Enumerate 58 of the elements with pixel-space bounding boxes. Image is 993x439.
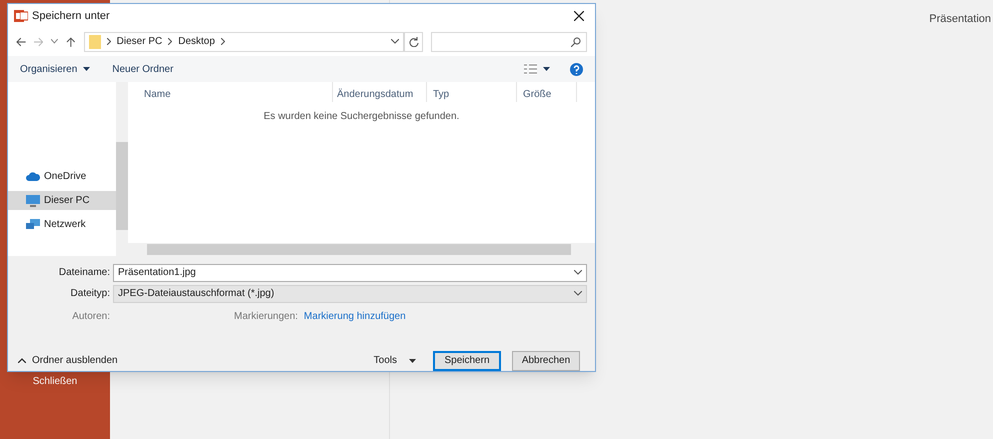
address-bar[interactable]: Dieser PC Desktop xyxy=(84,32,404,52)
close-icon xyxy=(574,11,584,22)
search-field[interactable] xyxy=(431,32,588,52)
caret-icon xyxy=(409,358,416,363)
nav-item[interactable]: Netzwerk xyxy=(8,215,116,234)
chevron-down-icon[interactable] xyxy=(391,39,400,44)
scrollbar-thumb[interactable] xyxy=(147,244,571,255)
field-value: Präsentation1.jpg xyxy=(118,266,196,280)
up-arrow-icon[interactable] xyxy=(66,36,76,47)
new-folder-button[interactable]: Neuer Ordner xyxy=(112,62,174,77)
help-icon[interactable] xyxy=(570,62,583,76)
view-options-icon[interactable] xyxy=(524,64,537,74)
breadcrumb-item[interactable]: Dieser PC xyxy=(116,34,162,50)
refresh-button[interactable] xyxy=(404,32,424,52)
refresh-icon xyxy=(408,36,419,47)
add-tag-link[interactable]: Markierung hinzufügen xyxy=(304,308,406,324)
tags-label: Markierungen: xyxy=(234,310,298,324)
chevron-down-icon[interactable] xyxy=(51,39,58,44)
breadcrumb-item[interactable]: Desktop xyxy=(178,34,215,50)
caret-icon xyxy=(83,67,90,72)
folder-icon xyxy=(88,34,101,49)
document-title: Präsentation xyxy=(929,12,991,27)
column-header[interactable]: Typ xyxy=(427,82,517,102)
column-header[interactable]: Name xyxy=(128,82,333,102)
horizontal-scrollbar[interactable] xyxy=(128,242,595,256)
search-icon xyxy=(571,36,582,47)
cloud-icon xyxy=(26,172,40,182)
chevron-right-icon xyxy=(106,38,111,46)
organize-menu[interactable]: Organisieren xyxy=(20,62,78,77)
nav-scrollbar[interactable] xyxy=(116,82,128,256)
nav-item[interactable]: Dieser PC xyxy=(8,191,116,210)
save-button[interactable]: Speichern xyxy=(433,350,501,371)
chevron-down-icon[interactable] xyxy=(574,270,582,276)
sidebar-item[interactable]: Schließen xyxy=(32,374,78,389)
monitor-icon xyxy=(26,194,40,207)
empty-message: Es wurden keine Suchergebnisse gefunden. xyxy=(262,110,460,124)
window-title: Speichern unter xyxy=(32,9,110,24)
authors-label: Autoren: xyxy=(71,310,110,324)
filename-field[interactable]: Präsentation1.jpg xyxy=(113,264,587,282)
field-label: Dateiname: xyxy=(58,266,110,280)
column-header[interactable]: Änderungsdatum xyxy=(333,82,427,102)
caret-icon[interactable] xyxy=(543,67,550,72)
network-icon xyxy=(26,219,40,230)
field-label: Dateityp: xyxy=(70,287,110,302)
column-header[interactable]: Größe xyxy=(517,82,577,102)
scrollbar-thumb[interactable] xyxy=(116,142,128,230)
hide-folders-button[interactable]: Ordner ausblenden xyxy=(16,353,118,368)
chevron-up-icon xyxy=(18,358,26,364)
back-arrow-icon[interactable] xyxy=(16,36,26,47)
filetype-dropdown[interactable]: JPEG-Dateiaustauschformat (*.jpg) xyxy=(113,284,587,303)
cancel-button[interactable]: Abbrechen xyxy=(512,350,580,371)
tools-menu[interactable]: Tools xyxy=(374,353,416,368)
nav-item[interactable]: OneDrive xyxy=(8,167,116,186)
chevron-down-icon xyxy=(574,291,582,296)
presentation-app-icon xyxy=(14,9,28,24)
chevron-right-icon xyxy=(168,38,172,46)
field-value: JPEG-Dateiaustauschformat (*.jpg) xyxy=(118,287,274,302)
chevron-right-icon xyxy=(220,38,225,46)
